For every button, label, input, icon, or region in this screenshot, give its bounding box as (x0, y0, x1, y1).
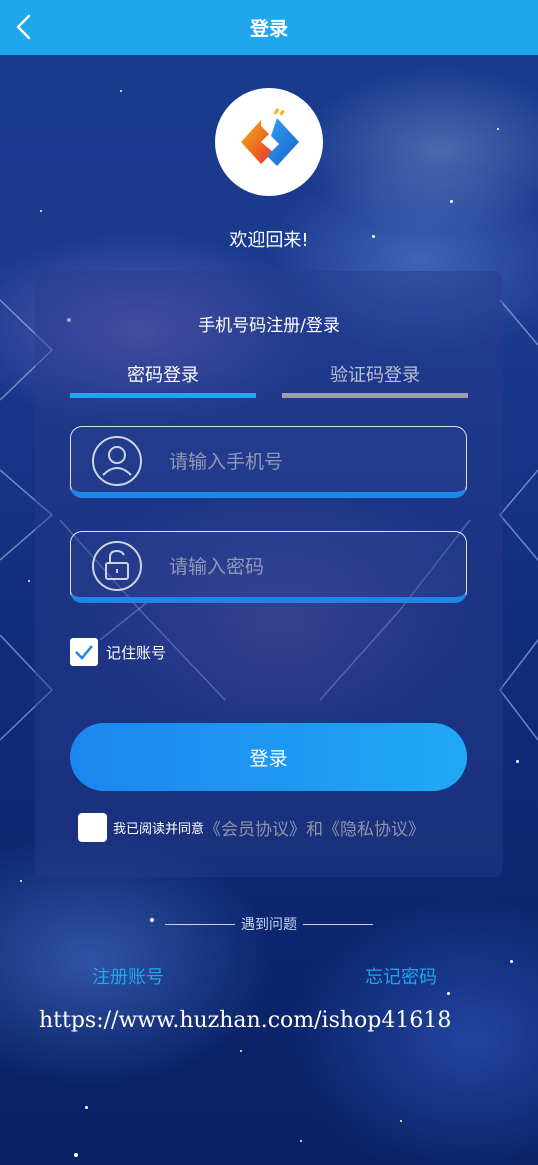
remember-label: 记住账号 (106, 643, 167, 662)
agreement-checkbox[interactable] (78, 813, 107, 842)
problem-divider: 遇到问题 (0, 914, 538, 934)
password-field[interactable] (70, 531, 467, 603)
chevron-left-icon (16, 14, 31, 40)
brand-logo-icon (241, 107, 299, 166)
problem-text: 遇到问题 (241, 917, 297, 933)
app-logo (215, 88, 323, 196)
login-button[interactable]: 登录 (70, 723, 467, 791)
password-input[interactable] (169, 552, 449, 582)
agreement-prefix: 我已阅读并同意 (113, 822, 205, 837)
agreement-and: 和 (306, 820, 324, 840)
tab-inactive-indicator (282, 393, 468, 398)
register-link[interactable]: 注册账号 (92, 963, 164, 989)
tab-code-login[interactable]: 验证码登录 (282, 361, 468, 387)
divider-line (303, 923, 373, 925)
divider-line (165, 923, 235, 925)
login-card: 手机号码注册/登录 密码登录 验证码登录 记住账号 登录 我已阅读并同意 (35, 271, 503, 877)
tab-active-indicator (70, 393, 256, 398)
page-title: 登录 (249, 18, 288, 40)
card-title: 手机号码注册/登录 (198, 316, 340, 336)
unlock-icon (92, 541, 142, 591)
user-icon (92, 436, 142, 486)
forgot-password-link[interactable]: 忘记密码 (365, 963, 437, 989)
welcome-text: 欢迎回来! (229, 230, 309, 251)
back-button[interactable] (14, 14, 36, 40)
privacy-agreement-link[interactable]: 《隐私协议》 (323, 815, 425, 840)
agreement-row: 我已阅读并同意 《会员协议》 和 《隐私协议》 (78, 813, 425, 842)
tab-password-login[interactable]: 密码登录 (70, 361, 256, 387)
watermark-url: https://www.huzhan.com/ishop41618 (39, 1008, 452, 1033)
top-bar: 登录 (0, 0, 538, 55)
phone-input[interactable] (169, 447, 449, 477)
check-icon (75, 645, 93, 660)
remember-account[interactable]: 记住账号 (70, 638, 166, 666)
member-agreement-link[interactable]: 《会员协议》 (204, 815, 306, 840)
remember-checkbox[interactable] (70, 638, 98, 666)
phone-field[interactable] (70, 426, 467, 498)
